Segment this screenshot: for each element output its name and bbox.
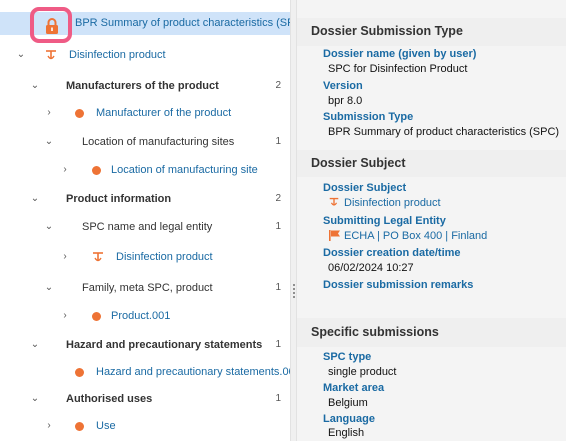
- tree-item-label: Location of manufacturing sites: [82, 136, 235, 148]
- chevron-right-icon[interactable]: ›: [60, 246, 70, 268]
- panel-splitter[interactable]: [290, 0, 297, 441]
- section-title: Specific submissions: [311, 325, 439, 339]
- submission-type-value: BPR Summary of product characteristics (…: [328, 126, 560, 138]
- tree-item-label: Product information: [66, 193, 172, 205]
- section-header-submission-type: Dossier Submission Type: [297, 18, 566, 46]
- tree-item-label: Disinfection product: [116, 251, 213, 263]
- tree-item-product-information[interactable]: ⌄ Product information 2: [0, 188, 290, 210]
- legal-entity-value: ECHA | PO Box 400 | Finland: [344, 230, 488, 242]
- language-value: English: [328, 427, 365, 439]
- record-dot-icon: [75, 422, 84, 431]
- language-label: Language: [323, 413, 375, 425]
- chevron-down-icon[interactable]: ⌄: [44, 216, 54, 238]
- tree-item-count: 2: [275, 193, 281, 204]
- dossier-subject-label: Dossier Subject: [323, 182, 407, 194]
- tree-item-hazard-statements[interactable]: ⌄ Hazard and precautionary statements 1: [0, 334, 290, 356]
- tree-item-hazard-statements-001[interactable]: Hazard and precautionary statements.001: [0, 361, 290, 383]
- chevron-down-icon[interactable]: ⌄: [30, 388, 40, 410]
- tree-item-count: 1: [275, 282, 281, 293]
- chevron-down-icon[interactable]: ⌄: [30, 188, 40, 210]
- section-title: Dossier Subject: [311, 156, 406, 170]
- submission-type-label: Submission Type: [323, 111, 414, 123]
- spc-type-value: single product: [328, 366, 397, 378]
- chevron-right-icon[interactable]: ›: [44, 415, 54, 437]
- tree-item-count: 1: [275, 339, 281, 350]
- chevron-right-icon[interactable]: ›: [60, 159, 70, 181]
- tree-item-label: Disinfection product: [69, 49, 166, 61]
- market-area-value: Belgium: [328, 397, 368, 409]
- market-area-label: Market area: [323, 382, 385, 394]
- tree-item-label: Hazard and precautionary statements.001: [96, 366, 290, 378]
- legal-entity-label: Submitting Legal Entity: [323, 215, 446, 227]
- tree-item-label: Use: [96, 420, 116, 432]
- lock-icon: [46, 18, 58, 34]
- record-dot-icon: [75, 368, 84, 377]
- tree-item-use[interactable]: › Use: [0, 415, 290, 437]
- section-header-specific-submissions: Specific submissions: [297, 318, 566, 347]
- biocide-product-icon: [329, 197, 339, 206]
- biocide-product-icon: [46, 50, 56, 60]
- tree-item-label: Family, meta SPC, product: [82, 282, 213, 294]
- tree-item-count: 1: [275, 393, 281, 404]
- chevron-right-icon[interactable]: ›: [44, 102, 54, 124]
- tree-item-disinfection-product[interactable]: ⌄ Disinfection product: [0, 44, 290, 66]
- details-panel: Dossier Submission Type Dossier name (gi…: [297, 0, 566, 441]
- record-dot-icon: [75, 109, 84, 118]
- tree-item-label: Hazard and precautionary statements: [66, 339, 263, 351]
- tree-item-label: Manufacturer of the product: [96, 107, 232, 119]
- tree-item-location-sites[interactable]: ⌄ Location of manufacturing sites 1: [0, 131, 290, 153]
- version-value: bpr 8.0: [328, 95, 363, 107]
- tree-item-family-meta-spc[interactable]: ⌄ Family, meta SPC, product 1: [0, 277, 290, 299]
- chevron-down-icon[interactable]: ⌄: [16, 44, 26, 66]
- dossier-name-label: Dossier name (given by user): [323, 48, 477, 60]
- chevron-right-icon[interactable]: ›: [60, 305, 70, 327]
- tree-item-authorised-uses[interactable]: ⌄ Authorised uses 1: [0, 388, 290, 410]
- tree-item-manufacturers[interactable]: ⌄ Manufacturers of the product 2: [0, 75, 290, 97]
- section-title: Dossier Submission Type: [311, 24, 463, 38]
- creation-date-label: Dossier creation date/time: [323, 247, 461, 259]
- tree-item-label: SPC name and legal entity: [82, 221, 213, 233]
- tree-item-location-site[interactable]: › Location of manufacturing site: [0, 159, 290, 181]
- chevron-down-icon[interactable]: ⌄: [30, 334, 40, 356]
- tree-item-count: 1: [275, 136, 281, 147]
- tree-item-label: Product.001: [111, 310, 171, 322]
- chevron-down-icon[interactable]: ⌄: [44, 277, 54, 299]
- version-label: Version: [323, 80, 363, 92]
- biocide-product-icon: [93, 252, 103, 262]
- tree-item-label: Location of manufacturing site: [111, 164, 258, 176]
- tree-item-product-001[interactable]: › Product.001: [0, 305, 290, 327]
- submission-remarks-label: Dossier submission remarks: [323, 279, 474, 291]
- section-header-dossier-subject: Dossier Subject: [297, 150, 566, 177]
- tree-item-disinfection-product-nested[interactable]: › Disinfection product: [0, 246, 290, 268]
- tree-item-count: 2: [275, 80, 281, 91]
- spc-type-label: SPC type: [323, 351, 372, 363]
- record-dot-icon: [92, 312, 101, 321]
- drag-handle-icon[interactable]: [293, 283, 295, 299]
- tree-root-label: BPR Summary of product characteristics (…: [75, 17, 290, 29]
- creation-date-value: 06/02/2024 10:27: [328, 262, 414, 274]
- record-dot-icon: [92, 166, 101, 175]
- tree-item-label: Manufacturers of the product: [66, 80, 219, 92]
- chevron-down-icon[interactable]: ⌄: [44, 131, 54, 153]
- tree-item-spc-name[interactable]: ⌄ SPC name and legal entity 1: [0, 216, 290, 238]
- tree-item-manufacturer[interactable]: › Manufacturer of the product: [0, 102, 290, 124]
- navigation-tree: BPR Summary of product characteristics (…: [0, 0, 290, 441]
- chevron-down-icon[interactable]: ⌄: [30, 75, 40, 97]
- dossier-name-value: SPC for Disinfection Product: [328, 63, 468, 75]
- lock-highlight: [30, 7, 72, 43]
- dossier-subject-value: Disinfection product: [344, 197, 441, 209]
- legal-entity-flag-icon: [329, 230, 340, 241]
- tree-item-count: 1: [275, 221, 281, 232]
- tree-item-label: Authorised uses: [66, 393, 153, 405]
